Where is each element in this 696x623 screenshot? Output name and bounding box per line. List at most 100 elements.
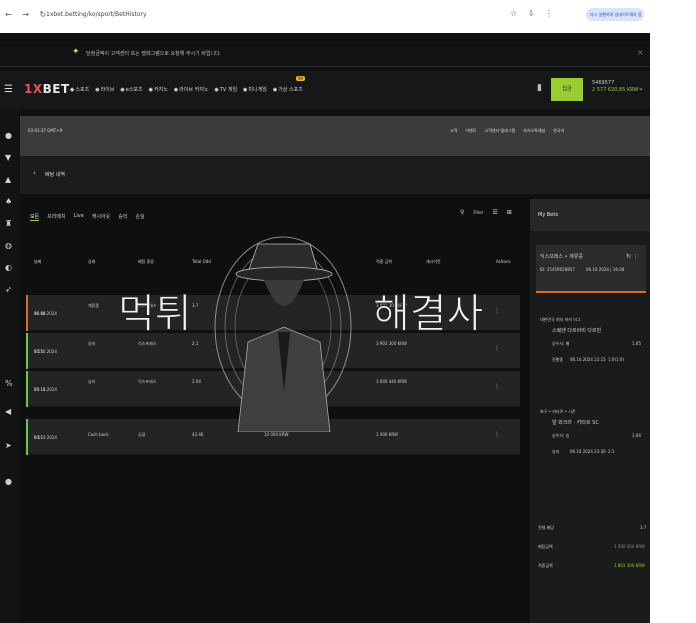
send-icon[interactable]: ➤ bbox=[5, 441, 12, 450]
list-view-icon[interactable]: ☰ bbox=[492, 209, 497, 216]
stake-value: 1 000 000 KRW bbox=[614, 544, 645, 549]
account-id: 5469577 bbox=[592, 80, 615, 86]
nav-mini-games[interactable]: ◉미니게임 bbox=[243, 86, 267, 93]
nav-tv-games[interactable]: ◉TV 게임 bbox=[214, 86, 237, 93]
row-win: 3 801 300 KRW bbox=[376, 303, 407, 308]
status-indicator bbox=[26, 333, 28, 369]
row-status: 승리 bbox=[88, 379, 96, 384]
status-indicator bbox=[26, 295, 28, 331]
col-type: 베팅 종류 bbox=[138, 259, 154, 264]
row-status: 계류중 bbox=[88, 303, 100, 308]
col-status: 상태 bbox=[88, 259, 96, 264]
filter-label[interactable]: Filter bbox=[473, 210, 483, 216]
table-row[interactable]: 05.10.2024 1:55 승리 익스프레스 2.1 3 903 300 KR… bbox=[26, 333, 520, 369]
language-selector[interactable]: 한국어 bbox=[553, 128, 564, 134]
link-telegram[interactable]: 고객센터 텔레그램 bbox=[484, 128, 515, 134]
col-date: 날짜 bbox=[34, 259, 42, 264]
cards-icon[interactable]: ♠ bbox=[5, 197, 12, 206]
event-league: 대한민국 여자 하키 리그 bbox=[540, 317, 581, 322]
nav-esports[interactable]: ◉e스포츠 bbox=[120, 86, 142, 93]
sub-toolbar: 03:03:37 GMT+9 고객 이벤트 고객센터 텔레그램 카카오톡채널 한… bbox=[20, 116, 650, 156]
refresh-icon[interactable]: ↻ ⋮ bbox=[626, 253, 639, 260]
row-type: 익스프레스 bbox=[138, 303, 157, 308]
table-row[interactable]: 03.10.2024 9:01 Cash back 싱글 43.46 10 000… bbox=[26, 419, 520, 455]
menu-icon[interactable]: ☰ bbox=[4, 84, 13, 95]
nav-live-casino[interactable]: ◉라이브 카지노 bbox=[174, 86, 209, 93]
trophy-icon[interactable]: ♜ bbox=[5, 219, 12, 228]
history-header: ‹ 베팅 내역 bbox=[20, 156, 650, 194]
tab-all[interactable]: 모든 bbox=[30, 213, 40, 221]
my-bets-header: My Bets bbox=[530, 199, 650, 231]
link-kakao[interactable]: 카카오톡채널 bbox=[523, 128, 545, 134]
shield-icon[interactable]: ▼ bbox=[5, 153, 11, 162]
phone-icon[interactable]: ▮ bbox=[537, 83, 542, 93]
bet-id: ID: 25459028857 bbox=[540, 267, 575, 272]
percent-icon[interactable]: % bbox=[5, 379, 13, 388]
event-odd: 1.65 bbox=[632, 341, 641, 346]
more-icon[interactable]: ⋮ bbox=[494, 432, 500, 438]
lightbulb-icon: ✦ bbox=[72, 47, 80, 57]
bet-event-card: 축구 • 카타르 • 시즌 알 와크라 · 카타르 SC 승우사: 승 1.64… bbox=[536, 403, 646, 485]
tab-lost[interactable]: 손실 bbox=[135, 213, 144, 221]
left-sidebar: ● ▼ ▲ ♠ ♜ ◍ ◐ ➶ % ◀ ➤ ● bbox=[0, 109, 19, 623]
address-bar[interactable]: 1xbet.betting/ko/sport/BetHistory bbox=[46, 11, 147, 18]
main-menu: ◉스포츠 ◉라이브 ◉e스포츠 ◉카지노 ◉라이브 카지노 ◉TV 게임 ◉미니… bbox=[70, 86, 303, 93]
chevron-down-icon[interactable]: ⌄ bbox=[638, 84, 644, 92]
nav-live[interactable]: ◉라이브 bbox=[95, 86, 114, 93]
link-events[interactable]: 이벤트 bbox=[465, 128, 476, 134]
col-amount: 금액 bbox=[264, 259, 272, 264]
tab-prematch[interactable]: 프리매치 bbox=[47, 213, 65, 221]
browser-update-button[interactable]: 다시 실행하여 업데이트해야 함 bbox=[586, 8, 644, 21]
payout-value: 3 801 300 KRW bbox=[614, 563, 645, 568]
top-navigation: ☰ 1XBET ◉스포츠 ◉라이브 ◉e스포츠 ◉카지노 ◉라이브 카지노 ◉T… bbox=[0, 71, 650, 109]
sub-toolbar-links: 고객 이벤트 고객센터 텔레그램 카카오톡채널 한국어 bbox=[450, 128, 564, 134]
event-match: 알 와크라 · 카타르 SC bbox=[552, 420, 599, 426]
site-logo[interactable]: 1XBET bbox=[24, 82, 70, 96]
browser-nav-icons[interactable]: ← → ↻ bbox=[5, 10, 50, 19]
event-date: 06.10.2024 23:30 bbox=[570, 449, 606, 454]
table-row[interactable]: 05.10.2024 23:11 승리 익스프레스 2.64 3 640 440 … bbox=[26, 371, 520, 407]
notice-banner: ✦ 당첨금액이 고객센터 또는 텔레그램으로 요청해 주시기 바랍니다. × bbox=[0, 41, 650, 67]
bet-summary-title: 익스프레스 • 계류중 bbox=[540, 254, 583, 260]
col-actions: Actions bbox=[496, 259, 511, 264]
account-info[interactable]: 5469577 2 577 620.85 KRW bbox=[592, 80, 638, 94]
filter-icon[interactable]: ⚲ bbox=[460, 209, 464, 216]
my-bets-panel: My Bets 익스프레스 • 계류중 ID: 25459028857 06.1… bbox=[530, 199, 650, 623]
mini-games-badge: 99 bbox=[296, 76, 306, 81]
nav-virtual-sports[interactable]: ◉가상 스포츠 bbox=[273, 86, 303, 93]
bet-event-card: 대한민국 여자 하키 리그 스웨덴 다르비비 다르빈 승우사: 패 1.65 진… bbox=[536, 311, 646, 393]
bet-summary-card[interactable]: 익스프레스 • 계류중 ID: 25459028857 06.10.2024 |… bbox=[536, 245, 646, 293]
chip-icon[interactable]: ◍ bbox=[5, 241, 12, 250]
nav-casino[interactable]: ◉카지노 bbox=[149, 86, 168, 93]
table-row[interactable]: 06.10.2024 16:08 계류중 익스프레스 3.7 3 801 300 … bbox=[26, 295, 520, 331]
tab-live[interactable]: Live bbox=[74, 213, 84, 221]
tab-won[interactable]: 승리 bbox=[118, 213, 127, 221]
grid-view-icon[interactable]: ⊞ bbox=[507, 209, 512, 216]
more-icon[interactable]: ⋮ bbox=[494, 384, 500, 390]
row-odd: 2.64 bbox=[192, 379, 201, 384]
megaphone-icon[interactable]: ◀ bbox=[5, 407, 11, 416]
page-title: 베팅 내역 bbox=[45, 172, 65, 178]
event-score: 2:1 bbox=[608, 449, 615, 454]
view-tools: ⚲ Filter ☰ ⊞ bbox=[460, 209, 512, 216]
more-icon[interactable]: ⋮ bbox=[494, 308, 500, 314]
back-arrow-icon[interactable]: ‹ bbox=[33, 169, 36, 177]
tab-cashout[interactable]: 캐시아웃 bbox=[92, 213, 110, 221]
row-status: Cash back bbox=[88, 432, 109, 437]
blank-area bbox=[650, 0, 696, 623]
rocket-icon[interactable]: ➶ bbox=[5, 285, 12, 294]
event-score: 1:0(1:0) bbox=[608, 357, 624, 362]
token-icon[interactable]: ◐ bbox=[5, 263, 12, 272]
nav-sports[interactable]: ◉스포츠 bbox=[70, 86, 89, 93]
football-icon[interactable]: ● bbox=[5, 131, 12, 140]
event-league: 축구 • 카타르 • 시즌 bbox=[540, 409, 576, 414]
gamepad-icon[interactable]: ▲ bbox=[5, 175, 11, 184]
chat-icon[interactable]: ● bbox=[5, 477, 12, 486]
total-odd-value: 3.7 bbox=[640, 525, 647, 530]
close-icon[interactable]: × bbox=[637, 48, 644, 57]
extension-icons[interactable]: ☆ ⇩ ⋮ bbox=[510, 9, 557, 18]
deposit-button[interactable]: 입금 bbox=[551, 78, 583, 101]
link-customer[interactable]: 고객 bbox=[450, 128, 457, 134]
total-odd-label: 전체 배당 bbox=[538, 525, 554, 530]
more-icon[interactable]: ⋮ bbox=[494, 346, 500, 352]
